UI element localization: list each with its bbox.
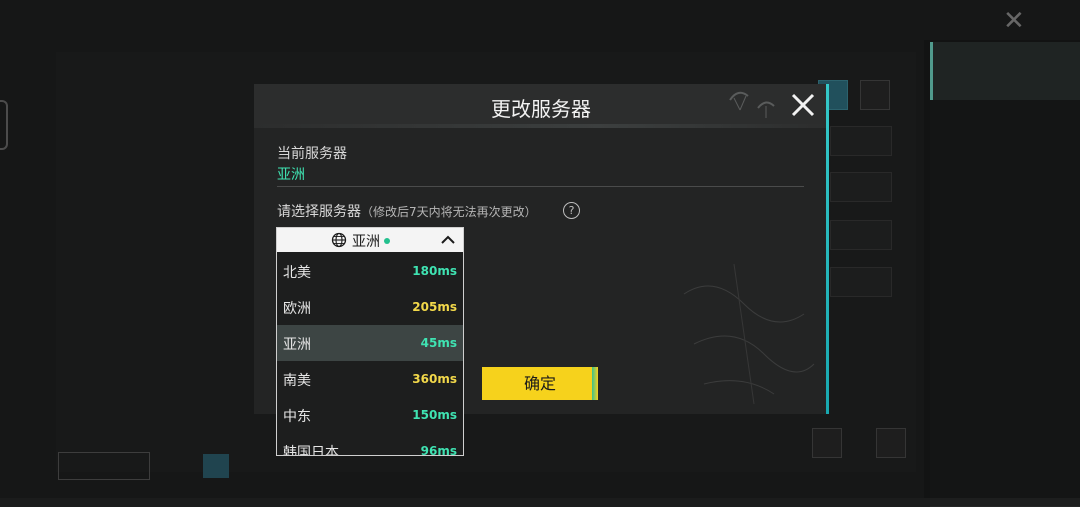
select-server-note: （修改后7天内将无法再次更改） — [361, 205, 537, 219]
dropdown-header[interactable]: 亚洲 — [277, 228, 463, 252]
server-option-name: 亚洲 — [283, 337, 311, 353]
select-server-label: 请选择服务器（修改后7天内将无法再次更改） — [277, 201, 537, 221]
server-option[interactable]: 欧洲 205ms — [277, 289, 463, 325]
current-server-label: 当前服务器 — [277, 146, 347, 162]
dialog-accent-bar — [826, 84, 829, 414]
server-option-name: 北美 — [283, 265, 311, 281]
server-option[interactable]: 南美 360ms — [277, 361, 463, 397]
dropdown-selected-value: 亚洲 — [352, 234, 380, 250]
server-option-name: 欧洲 — [283, 301, 311, 317]
server-option-ping: 205ms — [412, 300, 457, 314]
server-option-name: 韩国日本 — [283, 445, 339, 455]
server-option-name: 中东 — [283, 409, 311, 425]
close-icon[interactable] — [788, 90, 818, 120]
confirm-button[interactable]: 确定 — [482, 367, 598, 400]
server-option-ping: 150ms — [412, 408, 457, 422]
server-option-ping: 360ms — [412, 372, 457, 386]
current-server-value: 亚洲 — [277, 167, 305, 183]
header-divider — [254, 124, 828, 128]
chevron-up-icon[interactable] — [440, 233, 456, 247]
dialog-title: 更改服务器 — [491, 97, 591, 121]
server-option-ping: 96ms — [420, 444, 457, 455]
server-dropdown[interactable]: 亚洲 北美 180ms 欧洲 205ms 亚洲 45ms 南美 360ms 中东 150ms 韩国日… — [276, 227, 464, 456]
server-option[interactable]: 中东 150ms — [277, 397, 463, 433]
map-decoration — [683, 263, 815, 405]
server-option[interactable]: 亚洲 45ms — [277, 325, 463, 361]
server-option-name: 南美 — [283, 373, 311, 389]
dropdown-options: 北美 180ms 欧洲 205ms 亚洲 45ms 南美 360ms 中东 150ms 韩国日本 96… — [277, 253, 463, 455]
server-option-ping: 45ms — [420, 336, 457, 350]
server-option-ping: 180ms — [412, 264, 457, 278]
status-dot — [384, 238, 390, 244]
server-option[interactable]: 北美 180ms — [277, 253, 463, 289]
confirm-button-edge — [592, 367, 598, 400]
server-option[interactable]: 韩国日本 96ms — [277, 433, 463, 455]
select-server-title: 请选择服务器 — [277, 204, 361, 220]
help-icon[interactable]: ? — [563, 202, 580, 219]
divider — [277, 186, 804, 187]
globe-icon — [331, 232, 347, 248]
